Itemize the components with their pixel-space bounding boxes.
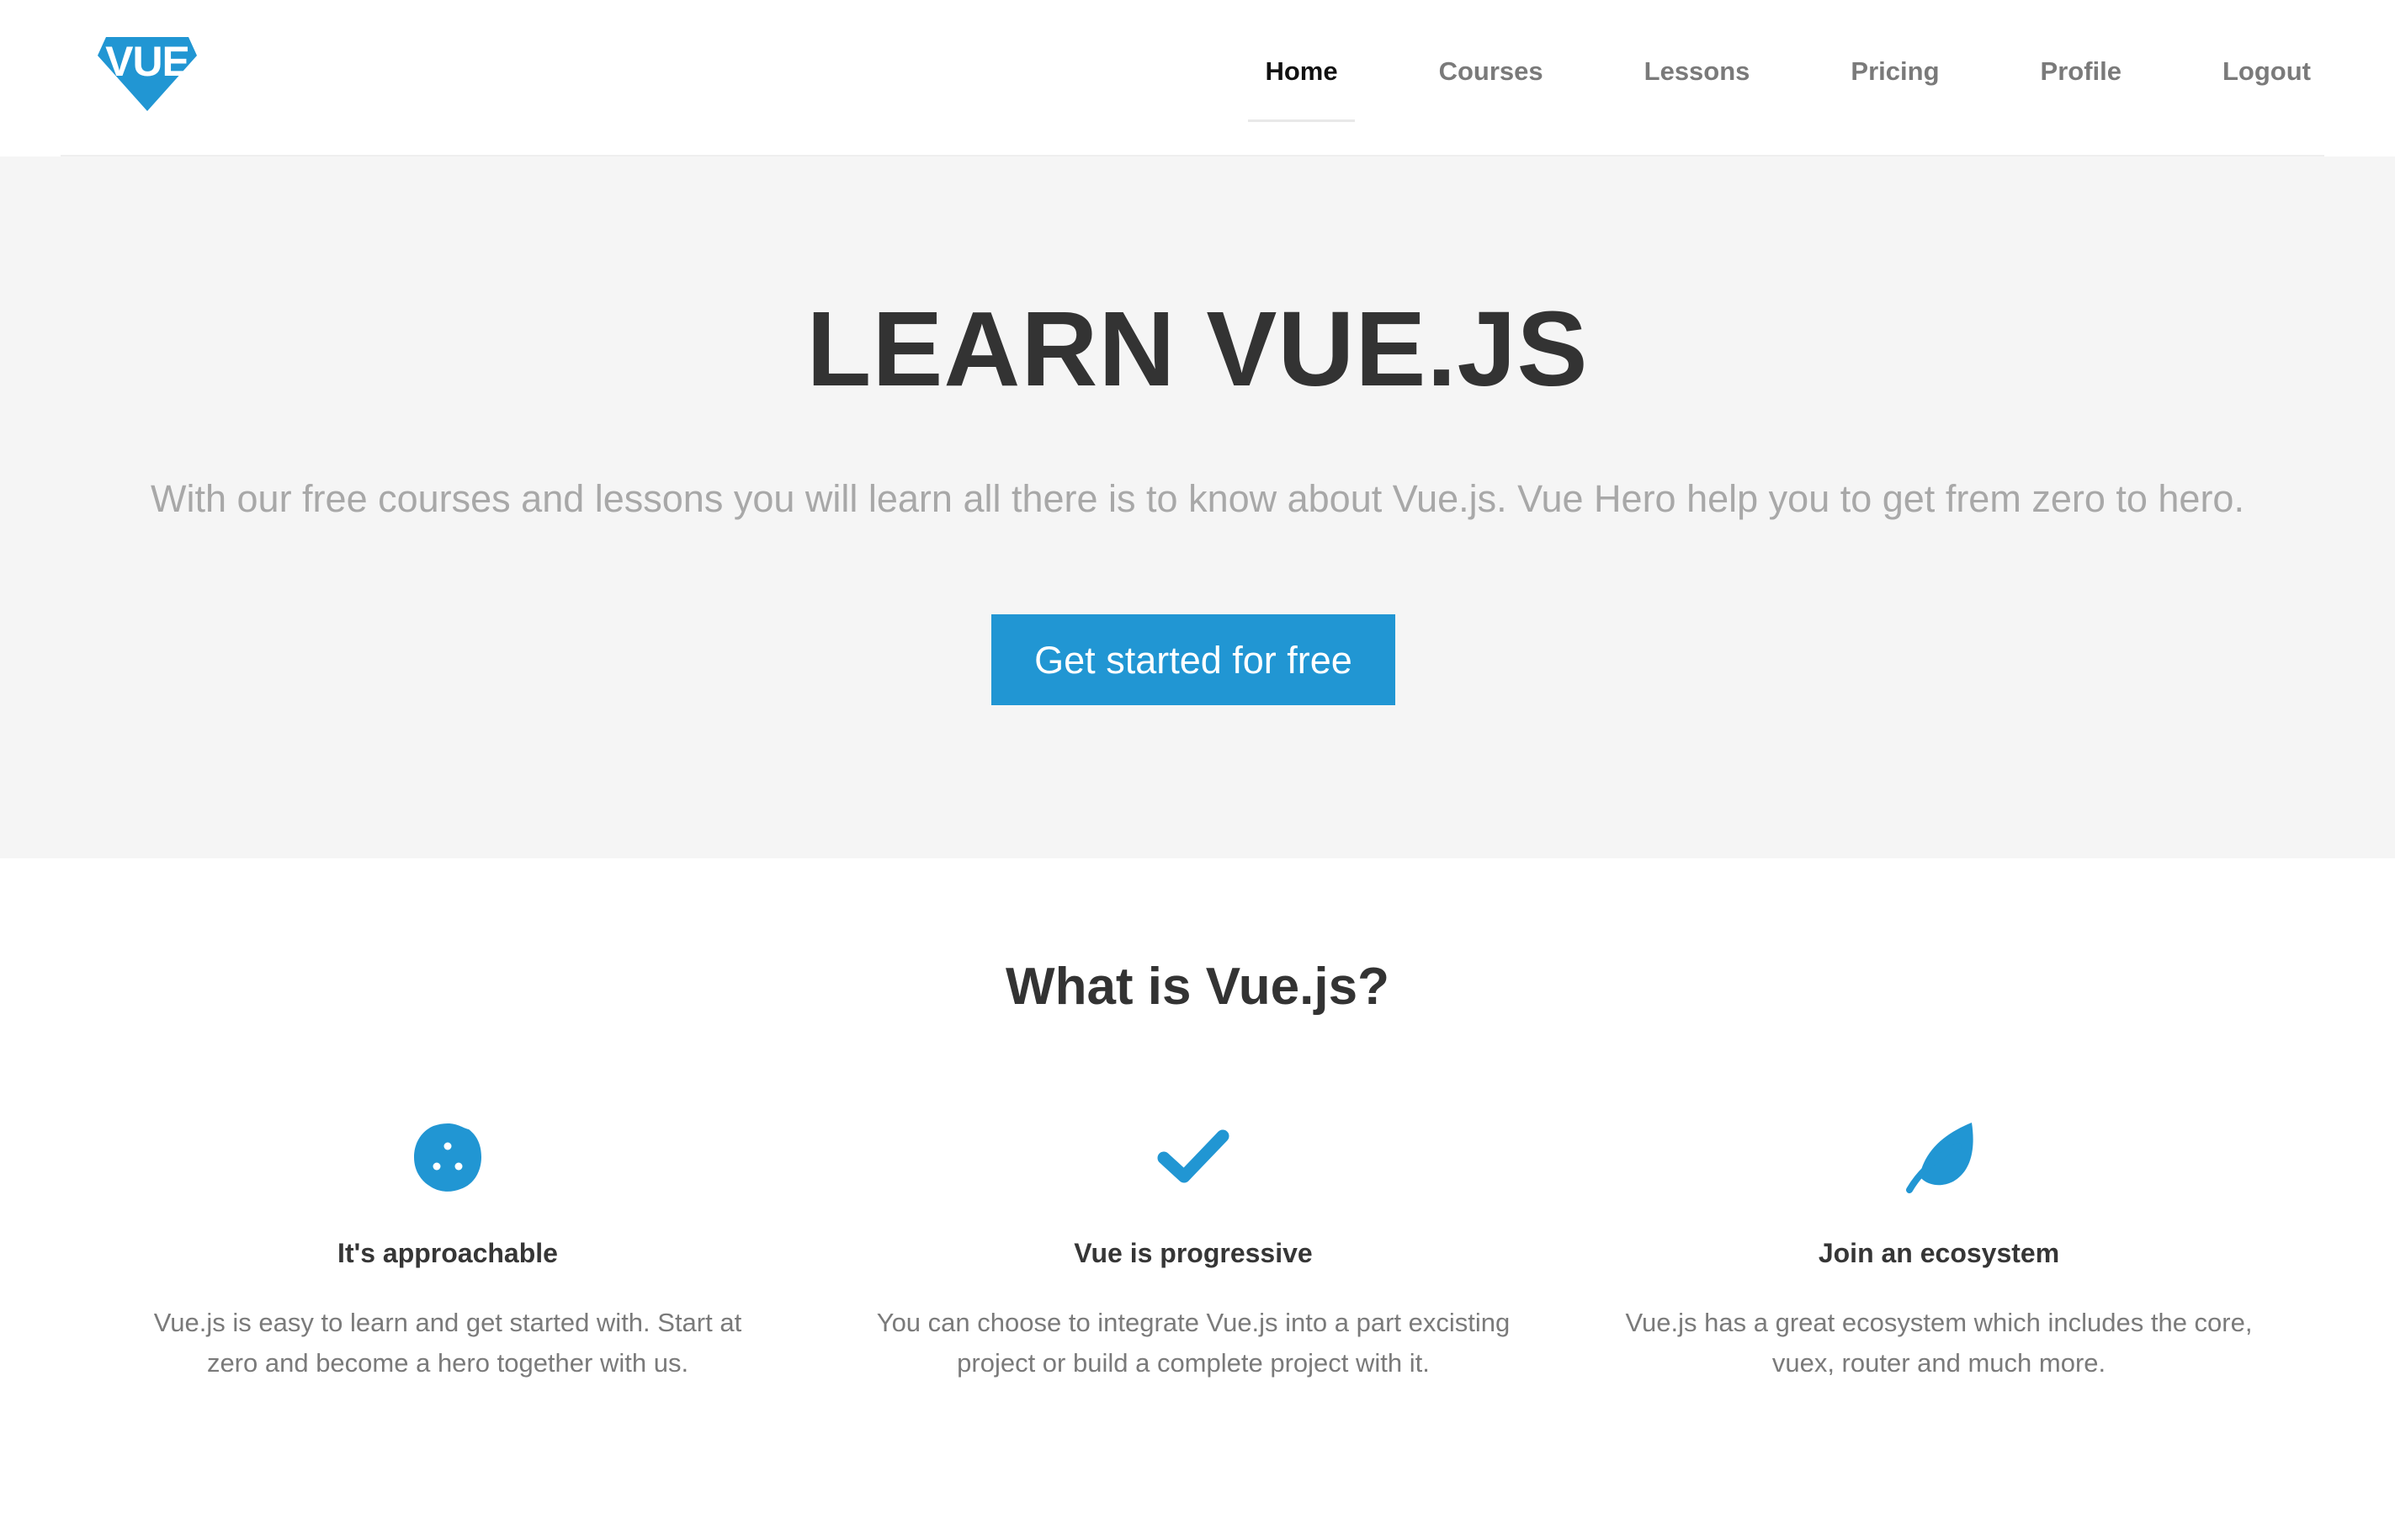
feature-text: You can choose to integrate Vue.js into … [876, 1308, 1511, 1378]
site-header: VUE Home Courses Lessons Pricing Profile… [0, 0, 2395, 157]
nav-item-logout[interactable]: Logout [2206, 0, 2328, 157]
feature-text: Vue.js is easy to learn and get started … [153, 1308, 742, 1378]
feature-title: Join an ecosystem [1818, 1238, 2060, 1268]
feature-approachable: It's approachable Vue.js is easy to lear… [111, 1121, 784, 1383]
hero-title: LEARN VUE.JS [806, 289, 1589, 408]
feature-title: Vue is progressive [1074, 1238, 1313, 1268]
feature-ecosystem: Join an ecosystem Vue.js has a great eco… [1602, 1121, 2276, 1383]
section-title: What is Vue.js? [1006, 958, 1389, 1016]
nav-item-profile[interactable]: Profile [2024, 0, 2138, 157]
feature-progressive: Vue is progressive You can choose to int… [857, 1121, 1530, 1383]
logo-text: VUE [105, 38, 190, 85]
feature-title: It's approachable [337, 1238, 558, 1268]
checkmark-icon [1157, 1121, 1229, 1193]
leaf-icon [1903, 1121, 1975, 1193]
main-nav: Home Courses Lessons Pricing Profile Log… [1181, 0, 2328, 157]
nav-item-pricing[interactable]: Pricing [1834, 0, 1956, 157]
get-started-button[interactable]: Get started for free [991, 614, 1395, 705]
hero-subtitle: With our free courses and lessons you wi… [151, 477, 2244, 520]
cookie-icon [412, 1121, 484, 1193]
nav-item-courses[interactable]: Courses [1422, 0, 1560, 157]
site-logo[interactable]: VUE [98, 37, 197, 111]
nav-item-home[interactable]: Home [1248, 0, 1355, 157]
hero-section: LEARN VUE.JS With our free courses and l… [0, 157, 2395, 858]
feature-text: Vue.js has a great ecosystem which inclu… [1625, 1308, 2253, 1378]
nav-item-lessons[interactable]: Lessons [1628, 0, 1767, 157]
